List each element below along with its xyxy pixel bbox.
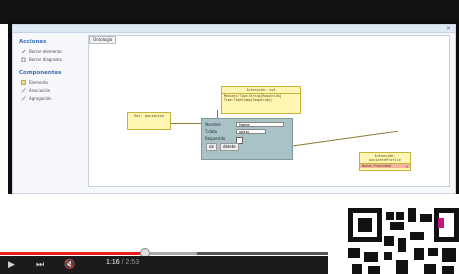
- app-window: ✕ Acciones Borrar elemento Borrar diagra…: [12, 24, 456, 194]
- association-icon: [21, 87, 26, 93]
- sidebar: Acciones Borrar elemento Borrar diagrama…: [17, 39, 87, 189]
- diagram-canvas[interactable]: Ontología Intención: evt Mensaje:Tipo:St…: [88, 35, 450, 187]
- delete-button[interactable]: delete: [220, 143, 239, 151]
- pencil-icon: [21, 49, 26, 54]
- aggregation-icon: [21, 95, 26, 101]
- sidebar-item-asociacion[interactable]: Asociación: [21, 87, 87, 93]
- sidebar-item-label: Borrar elemento: [29, 48, 62, 54]
- ok-button[interactable]: ok: [206, 143, 217, 151]
- connector-line: [288, 130, 398, 147]
- volume-icon[interactable]: 🔇: [64, 260, 75, 270]
- uml-attribute-field[interactable]: Nuevo Propiedad: [360, 164, 410, 168]
- sidebar-item-label: Borrar diagrama: [29, 56, 62, 62]
- sidebar-item-agregacion[interactable]: Agregación: [21, 95, 87, 101]
- trash-icon: [21, 57, 26, 62]
- uml-header: Intención: pacienteProfile: [360, 153, 410, 164]
- edit-icon[interactable]: ✎: [406, 164, 408, 169]
- sidebar-item-elemento[interactable]: Elemento: [21, 79, 87, 85]
- close-icon[interactable]: ✕: [446, 25, 451, 32]
- uml-attribute: Time:TimeStamp[Requerido]: [224, 98, 272, 102]
- sidebar-item-borrar-elemento[interactable]: Borrar elemento: [21, 48, 87, 54]
- box-icon: [21, 79, 26, 85]
- tab-ontologia[interactable]: Ontología: [89, 36, 117, 44]
- uml-class-box[interactable]: Intención: evt Mensaje:Tipo:String[Reque…: [221, 86, 301, 114]
- next-icon[interactable]: ⏭: [36, 260, 44, 270]
- sidebar-item-label: Agregación: [29, 95, 52, 101]
- total-time: 2:53: [125, 259, 140, 266]
- sidebar-item-label: Asociación: [29, 87, 51, 93]
- nombre-label: Nombre: [205, 122, 221, 127]
- sidebar-item-label: Elemento: [29, 79, 49, 85]
- nombre-input[interactable]: [236, 122, 284, 127]
- time-display: 1:16 / 2:53: [106, 259, 139, 266]
- player-controls: ▶ ⏭ 🔇: [0, 256, 328, 274]
- requerido-label: Requerido: [205, 136, 226, 141]
- qr-code-icon: [338, 208, 459, 274]
- current-time: 1:16: [106, 259, 120, 266]
- tipo-label: T.dato: [205, 129, 218, 134]
- uml-header: Rol: pacienteA: [134, 114, 164, 118]
- property-dialog: Nombre T.dato Requerido ok delete: [201, 118, 293, 160]
- app-titlebar: ✕: [13, 25, 455, 33]
- uml-class-box[interactable]: Intención: pacienteProfile Nuevo Propied…: [359, 152, 411, 171]
- sidebar-section-title: Acciones: [19, 39, 47, 45]
- progress-buffer: [144, 252, 197, 255]
- uml-header: Intención: evt: [222, 87, 300, 94]
- play-icon[interactable]: ▶: [8, 260, 15, 270]
- sidebar-section-title: Componentes: [19, 70, 62, 76]
- progress-fill: [0, 252, 145, 255]
- tipo-select[interactable]: [236, 129, 266, 134]
- uml-class-box[interactable]: Rol: pacienteA: [127, 112, 171, 130]
- sidebar-item-borrar-diagrama[interactable]: Borrar diagrama: [21, 56, 87, 62]
